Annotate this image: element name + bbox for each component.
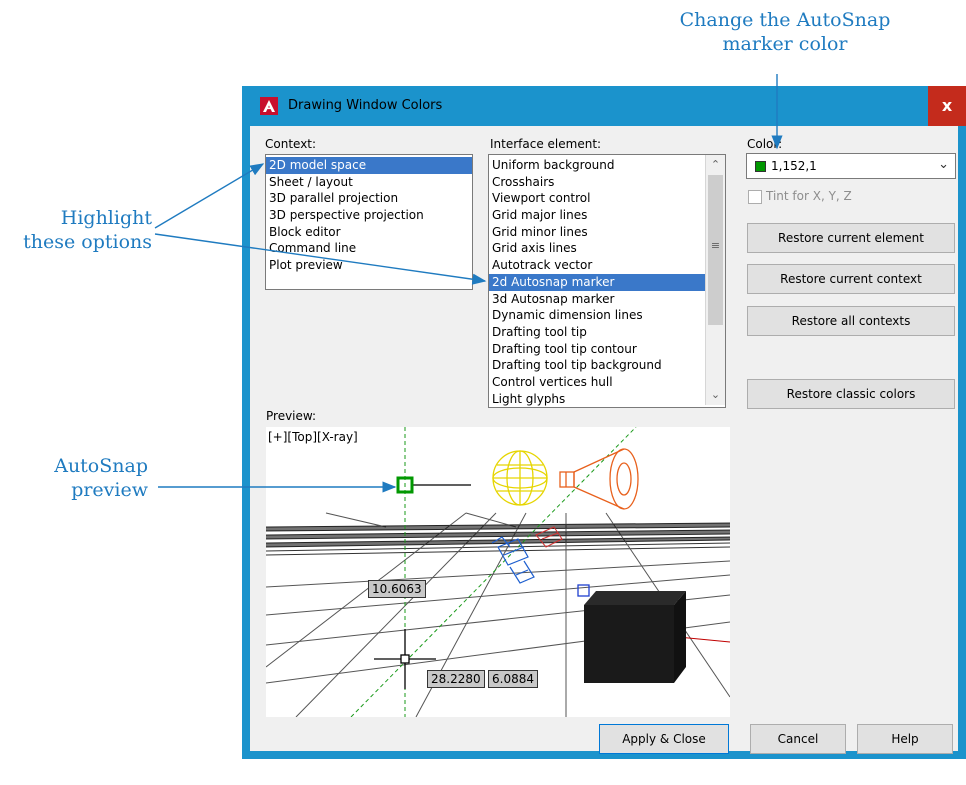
context-item[interactable]: 3D parallel projection — [266, 190, 472, 207]
preview-label: Preview: — [266, 409, 317, 423]
autocad-logo-icon — [260, 97, 278, 115]
interface-element-item[interactable]: Grid major lines — [489, 207, 725, 224]
dialog-client-area: Context: 2D model space Sheet / layout 3… — [250, 126, 958, 754]
interface-element-item[interactable]: Crosshairs — [489, 174, 725, 191]
interface-element-item[interactable]: Grid axis lines — [489, 240, 725, 257]
viewport-control-label: [+][Top][X-ray] — [268, 430, 358, 444]
dialog-title: Drawing Window Colors — [288, 98, 443, 113]
red-glyph-icon — [535, 526, 563, 548]
sphere-light-icon — [492, 450, 548, 506]
callout-text: marker color — [722, 33, 848, 55]
context-listbox[interactable]: 2D model space Sheet / layout 3D paralle… — [265, 154, 473, 290]
context-item[interactable]: Plot preview — [266, 257, 472, 274]
restore-all-contexts-button[interactable]: Restore all contexts — [747, 306, 955, 336]
context-item[interactable]: 3D perspective projection — [266, 207, 472, 224]
context-item[interactable]: Block editor — [266, 224, 472, 241]
interface-element-item[interactable]: Grid minor lines — [489, 224, 725, 241]
restore-current-element-button[interactable]: Restore current element — [747, 223, 955, 253]
tint-label: Tint for X, Y, Z — [766, 189, 852, 203]
preview-viewport: [+][Top][X-ray] 10.6063 28.2280 6.0884 — [266, 427, 730, 717]
tint-checkbox[interactable] — [748, 190, 762, 204]
interface-element-item[interactable]: Uniform background — [489, 157, 725, 174]
context-item[interactable]: Sheet / layout — [266, 174, 472, 191]
color-label: Color: — [747, 137, 783, 151]
context-item[interactable]: Command line — [266, 240, 472, 257]
color-dropdown[interactable]: 1,152,1 ⌄ — [746, 153, 956, 179]
vertical-scrollbar[interactable]: ⌃ ≡ ⌄ — [705, 155, 725, 405]
interface-element-item[interactable]: Control vertices hull — [489, 374, 725, 391]
cube-icon — [584, 591, 686, 683]
dimension-input[interactable]: 28.2280 — [427, 670, 485, 688]
spotlight-icon — [559, 448, 639, 510]
color-value: 1,152,1 — [771, 159, 817, 173]
snap-box-icon — [577, 584, 590, 597]
callout-text: AutoSnap — [54, 455, 148, 477]
interface-element-label: Interface element: — [490, 137, 602, 151]
interface-element-item[interactable]: Viewport control — [489, 190, 725, 207]
color-swatch — [755, 161, 766, 172]
callout-text: these options — [23, 231, 152, 253]
chevron-down-icon: ⌄ — [938, 157, 949, 172]
restore-classic-colors-button[interactable]: Restore classic colors — [747, 379, 955, 409]
scroll-thumb[interactable]: ≡ — [708, 175, 723, 325]
context-item[interactable]: 2D model space — [266, 157, 472, 174]
callout-autosnap-preview: AutoSnap preview — [20, 454, 148, 502]
restore-current-context-button[interactable]: Restore current context — [747, 264, 955, 294]
help-button[interactable]: Help — [857, 724, 953, 754]
interface-element-listbox[interactable]: Uniform background Crosshairs Viewport c… — [488, 154, 726, 408]
dimension-input[interactable]: 6.0884 — [488, 670, 538, 688]
dimension-input[interactable]: 10.6063 — [368, 580, 426, 598]
interface-element-item[interactable]: Drafting tool tip background — [489, 357, 725, 374]
callout-text: Highlight — [60, 207, 152, 229]
title-bar[interactable]: Drawing Window Colors x — [242, 86, 966, 126]
callout-text: preview — [71, 479, 148, 501]
interface-element-item[interactable]: Dynamic dimension lines — [489, 307, 725, 324]
drawing-window-colors-dialog: Drawing Window Colors x Context: 2D mode… — [242, 86, 966, 759]
scroll-up-icon[interactable]: ⌃ — [706, 155, 725, 175]
context-label: Context: — [265, 137, 317, 151]
interface-element-item[interactable]: 3d Autosnap marker — [489, 291, 725, 308]
cancel-button[interactable]: Cancel — [750, 724, 846, 754]
interface-element-item[interactable]: Autotrack vector — [489, 257, 725, 274]
callout-highlight-options: Highlight these options — [2, 206, 152, 254]
callout-text: Change the AutoSnap — [679, 9, 891, 31]
interface-element-item[interactable]: Drafting tool tip — [489, 324, 725, 341]
interface-element-item[interactable]: Light glyphs — [489, 391, 725, 407]
close-button[interactable]: x — [928, 86, 966, 126]
callout-change-marker-color: Change the AutoSnap marker color — [640, 8, 930, 56]
interface-element-item[interactable]: 2d Autosnap marker — [489, 273, 725, 291]
scroll-down-icon[interactable]: ⌄ — [706, 385, 725, 405]
grip-icon: ≡ — [710, 239, 721, 252]
interface-element-item[interactable]: Drafting tool tip contour — [489, 341, 725, 358]
apply-close-button[interactable]: Apply & Close — [599, 724, 729, 754]
